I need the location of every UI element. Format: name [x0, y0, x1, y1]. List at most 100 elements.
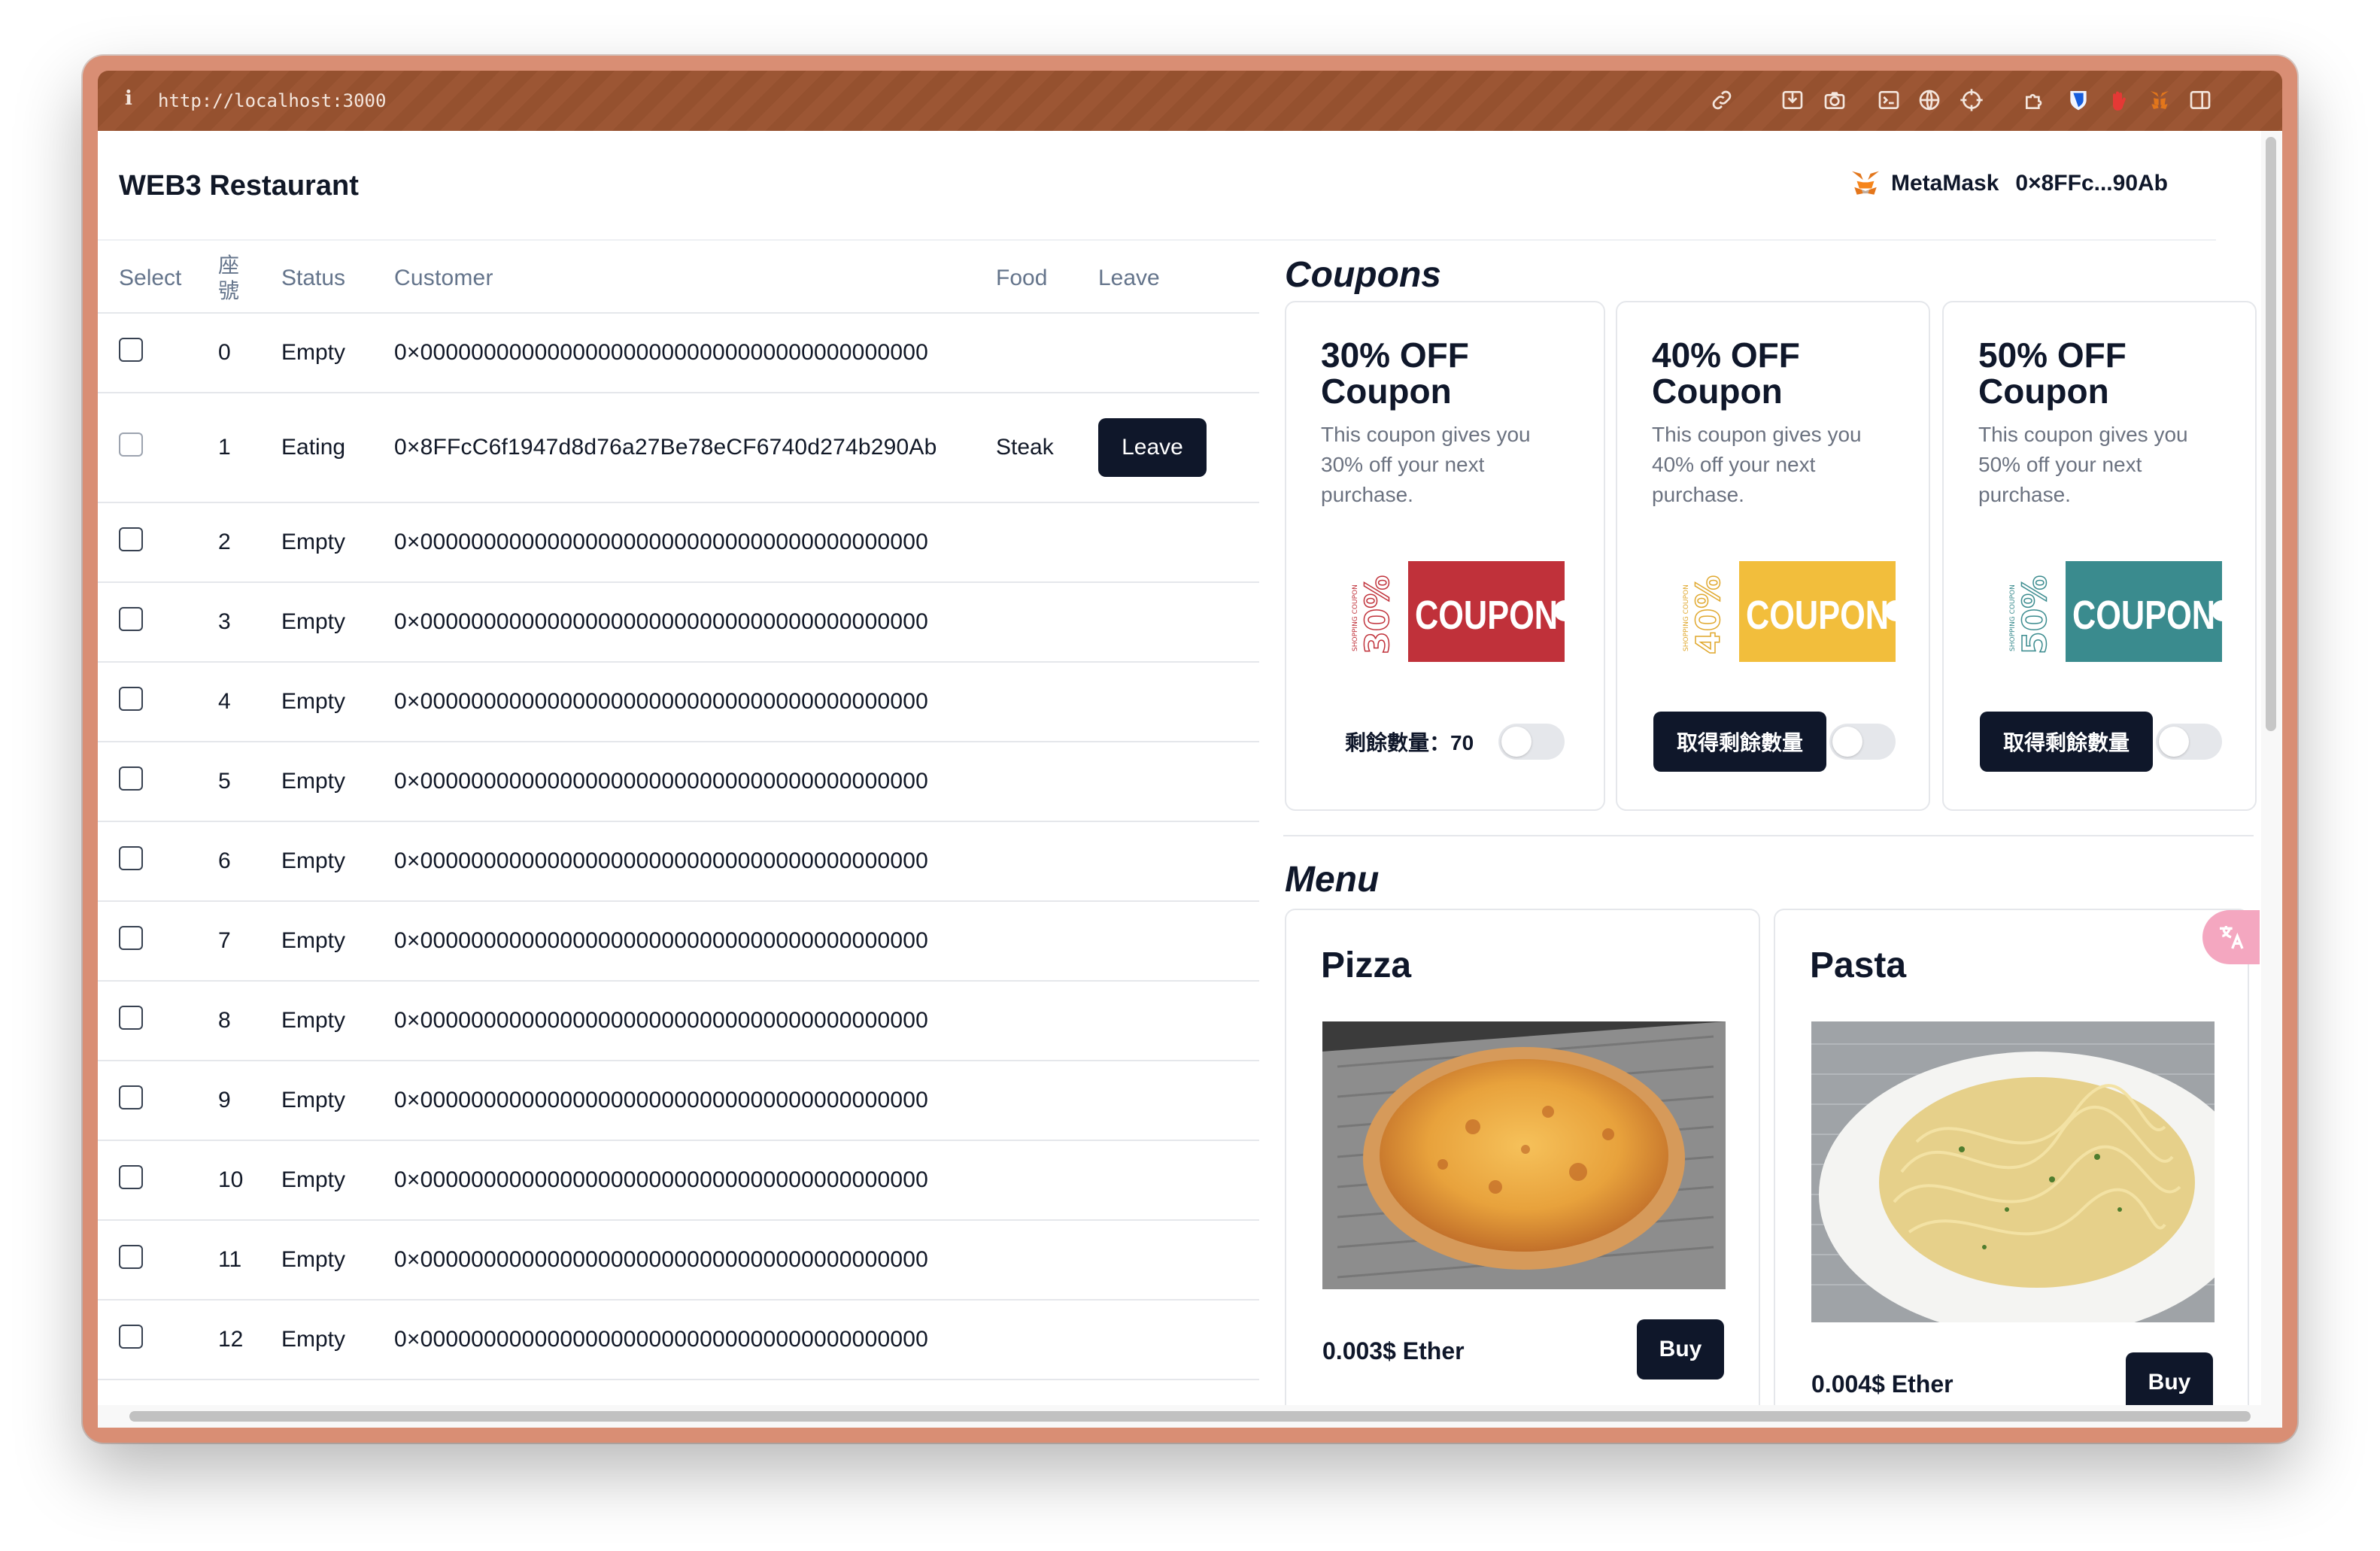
seat-checkbox[interactable]: [119, 1165, 143, 1189]
get-remaining-button[interactable]: 取得剩餘數量: [1980, 712, 2153, 772]
leave-cell: [1098, 313, 1259, 393]
seat-checkbox[interactable]: [119, 926, 143, 950]
menu-heading: Menu: [1285, 860, 1380, 900]
customer-address: 0×00000000000000000000000000000000000000…: [394, 1061, 996, 1141]
seat-checkbox[interactable]: [119, 687, 143, 711]
app-header: WEB3 Restaurant MetaMask 0×8FFc...90Ab: [98, 131, 2216, 241]
seat-checkbox[interactable]: [119, 1085, 143, 1109]
get-remaining-button[interactable]: 取得剩餘數量: [1653, 712, 1826, 772]
browser-titlebar: i http://localhost:3000: [98, 71, 2282, 131]
customer-address: 0×00000000000000000000000000000000000000…: [394, 502, 996, 583]
sidebar-icon[interactable]: [2186, 86, 2215, 114]
buy-button[interactable]: Buy: [2126, 1352, 2213, 1413]
food-cell: [996, 313, 1098, 393]
info-icon[interactable]: i: [125, 87, 132, 110]
seat-status: Empty: [281, 901, 394, 982]
link-icon[interactable]: [1708, 86, 1736, 114]
seat-number: 11: [208, 1220, 281, 1301]
seat-status: Empty: [281, 821, 394, 902]
ticket-percent: 30%: [1358, 575, 1397, 654]
ticket-label: COUPON: [1746, 593, 1889, 638]
pizza-image: [1322, 1021, 1726, 1289]
save-icon[interactable]: [1778, 86, 1807, 114]
leave-cell: [1098, 981, 1259, 1061]
col-customer: Customer: [394, 244, 996, 314]
customer-address: 0×00000000000000000000000000000000000000…: [394, 1300, 996, 1380]
extension-icon[interactable]: [2020, 86, 2049, 114]
seat-status: Empty: [281, 1140, 394, 1221]
seat-checkbox[interactable]: [119, 433, 143, 457]
table-row: 2 Empty 0×000000000000000000000000000000…: [98, 502, 1259, 583]
browser-window: i http://localhost:3000 WEB3 Restaurant …: [83, 56, 2297, 1443]
seat-number: 8: [208, 981, 281, 1061]
coupon-ticket-image: SHOPPING COUPON 30% COUPON: [1352, 561, 1565, 662]
leave-button[interactable]: Leave: [1098, 418, 1207, 477]
terminal-icon[interactable]: [1875, 86, 1903, 114]
seat-status: Empty: [281, 1061, 394, 1141]
leave-cell: [1098, 1061, 1259, 1141]
camera-icon[interactable]: [1820, 86, 1849, 114]
seat-status: Empty: [281, 582, 394, 663]
seat-status: Empty: [281, 742, 394, 822]
customer-address: 0×00000000000000000000000000000000000000…: [394, 313, 996, 393]
ticket-percent: 40%: [1689, 575, 1728, 654]
menu-item-price: 0.003$ Ether: [1322, 1337, 1465, 1364]
vertical-scroll-thumb[interactable]: [2266, 137, 2276, 731]
coupon-toggle[interactable]: [1498, 724, 1565, 760]
globe-icon[interactable]: [1915, 86, 1944, 114]
select-cell: [98, 582, 208, 663]
leave-cell: Leave: [1098, 393, 1259, 503]
seat-checkbox[interactable]: [119, 338, 143, 362]
wallet-address: 0×8FFc...90Ab: [2015, 171, 2168, 196]
seat-number: 12: [208, 1300, 281, 1380]
seat-number: 5: [208, 742, 281, 822]
url-bar[interactable]: http://localhost:3000: [158, 90, 386, 111]
seat-status: Empty: [281, 313, 394, 393]
leave-cell: [1098, 502, 1259, 583]
food-cell: [996, 662, 1098, 742]
seat-checkbox[interactable]: [119, 527, 143, 551]
coupon-title: 50% OFF Coupon: [1978, 335, 2127, 411]
wallet-name: MetaMask: [1891, 171, 1999, 196]
seat-number: 9: [208, 1061, 281, 1141]
buy-button[interactable]: Buy: [1637, 1319, 1724, 1380]
ticket-percent: 50%: [2016, 575, 2054, 654]
metamask-fox-icon[interactable]: [2145, 86, 2174, 114]
coupon-toggle[interactable]: [1829, 724, 1896, 760]
customer-address: 0×00000000000000000000000000000000000000…: [394, 742, 996, 822]
seat-status: Empty: [281, 662, 394, 742]
translate-icon[interactable]: [2202, 910, 2260, 964]
select-cell: [98, 393, 208, 503]
table-row: 3 Empty 0×000000000000000000000000000000…: [98, 582, 1259, 663]
seat-number: 7: [208, 901, 281, 982]
table-row: 12 Empty 0×00000000000000000000000000000…: [98, 1300, 1259, 1380]
leave-cell: [1098, 821, 1259, 902]
table-row: 0 Empty 0×000000000000000000000000000000…: [98, 313, 1259, 393]
food-cell: [996, 742, 1098, 822]
hand-icon[interactable]: [2105, 86, 2133, 114]
seat-number: 0: [208, 313, 281, 393]
bitwarden-icon[interactable]: [2064, 86, 2093, 114]
coupon-description: This coupon gives you 30% off your next …: [1321, 423, 1531, 506]
seat-checkbox[interactable]: [119, 1006, 143, 1030]
coupon-description: This coupon gives you 40% off your next …: [1652, 423, 1862, 506]
seat-checkbox[interactable]: [119, 846, 143, 870]
table-row: 9 Empty 0×000000000000000000000000000000…: [98, 1061, 1259, 1141]
table-row: 8 Empty 0×000000000000000000000000000000…: [98, 981, 1259, 1061]
wallet-button[interactable]: MetaMask 0×8FFc...90Ab: [1850, 170, 2168, 197]
seat-number: 6: [208, 821, 281, 902]
seat-checkbox[interactable]: [119, 766, 143, 791]
coupon-toggle[interactable]: [2156, 724, 2222, 760]
seat-checkbox[interactable]: [119, 1325, 143, 1349]
food-cell: [996, 901, 1098, 982]
seat-status: Empty: [281, 502, 394, 583]
brand-title: WEB3 Restaurant: [119, 170, 359, 202]
crosshair-icon[interactable]: [1957, 86, 1986, 114]
customer-address: 0×8FFcC6f1947d8d76a27Be78eCF6740d274b290…: [394, 393, 996, 503]
food-cell: Steak: [996, 393, 1098, 503]
table-row: 7 Empty 0×000000000000000000000000000000…: [98, 901, 1259, 982]
horizontal-scroll-thumb[interactable]: [129, 1411, 2251, 1422]
seat-checkbox[interactable]: [119, 607, 143, 631]
select-cell: [98, 662, 208, 742]
seat-checkbox[interactable]: [119, 1245, 143, 1269]
